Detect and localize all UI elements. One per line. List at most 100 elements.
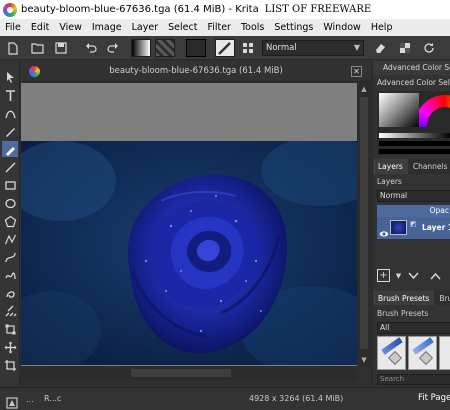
multibrush-icon[interactable] [2,303,18,319]
move-layer-down-icon[interactable] [407,269,420,282]
horizontal-scroll-thumb[interactable] [131,369,231,377]
eraser-icon[interactable] [371,39,389,57]
scroll-down-icon[interactable]: ▼ [357,354,371,366]
color-history-bar[interactable] [379,141,450,146]
polygon-icon[interactable] [2,213,18,229]
menu-edit[interactable]: Edit [26,19,54,36]
main-toolbar: Normal ▼ [0,36,450,60]
status-image-size: 4928 x 3264 (61.4 MiB) [249,394,344,403]
status-dots: ... [26,395,34,404]
undo-icon[interactable] [82,39,100,57]
window-title: beauty-bloom-blue-67636.tga (61.4 MiB) -… [21,4,259,15]
edit-shapes-icon[interactable] [2,105,18,121]
bezier-icon[interactable] [2,249,18,265]
crop-icon[interactable] [2,357,18,373]
line-icon[interactable] [2,159,18,175]
save-icon[interactable] [52,39,70,57]
vertical-scroll-thumb[interactable] [360,97,368,349]
menu-select[interactable]: Select [163,19,202,36]
advanced-color-selector-title: Advanced Color Selecto [377,78,450,87]
canvas-area: beauty-bloom-blue-67636.tga (61.4 MiB) ✕ [21,61,371,386]
close-icon[interactable]: ✕ [351,66,362,77]
open-folder-icon[interactable] [28,39,46,57]
layer-thumbnail [390,220,407,235]
tab-brush-other[interactable]: Bru [434,291,450,305]
ellipse-icon[interactable] [2,195,18,211]
brush-presets-label: Brush Presets [377,309,429,318]
tab-layers[interactable]: Layers [373,159,408,174]
document-tab[interactable]: beauty-bloom-blue-67636.tga (61.4 MiB) ✕ [21,61,371,82]
brush-filter-select[interactable]: All [377,322,450,334]
rectangle-icon[interactable] [2,177,18,193]
tab-channels[interactable]: Channels [408,159,450,174]
layer-actions: + ▼ [377,267,450,283]
brush-search-input[interactable]: Search [377,374,450,385]
freehand-path-icon[interactable] [2,267,18,283]
menu-bar: File Edit View Image Layer Select Filter… [0,19,450,36]
watermark-text: LIST OF FREEWARE [264,4,372,15]
layer-row[interactable]: ◩ Layer 1 [377,217,450,239]
scroll-up-icon[interactable]: ▲ [357,83,371,95]
move-icon[interactable] [2,339,18,355]
brush-preset-grid [377,336,450,372]
menu-window[interactable]: Window [318,19,365,36]
move-layer-up-icon[interactable] [429,269,442,282]
status-brush-name: R...c [44,394,62,403]
title-bar: beauty-bloom-blue-67636.tga (61.4 MiB) -… [0,0,450,19]
brush-settings-icon[interactable] [239,39,257,57]
advanced-color-selector-tab[interactable]: Advanced Color Sel [373,61,450,75]
brush-preset-item[interactable] [408,336,437,370]
layers-label: Layers [377,177,402,186]
zoom-level[interactable]: Fit Page [418,393,450,403]
brush-icon[interactable] [2,141,18,157]
rose-image [21,141,357,365]
status-bar: ... R...c 4928 x 3264 (61.4 MiB) Fit Pag… [0,387,450,410]
blend-mode-select[interactable]: Normal ▼ [262,40,364,56]
menu-layer[interactable]: Layer [127,19,164,36]
menu-file[interactable]: File [0,19,26,36]
brush-preset-item[interactable] [439,336,450,370]
reload-preset-icon[interactable] [420,39,438,57]
color-selector[interactable] [377,91,450,155]
brush-preset-icon[interactable] [215,39,235,57]
vertical-scrollbar[interactable]: ▲ ▼ [357,83,371,366]
color-patches-bar[interactable] [379,149,450,154]
calligraphy-icon[interactable] [2,123,18,139]
layer-blend-select[interactable]: Normal [377,190,450,202]
krita-logo-icon [3,2,17,17]
pointer-icon[interactable] [2,69,18,85]
eye-icon[interactable] [379,223,389,242]
brush-preset-item[interactable] [377,336,406,370]
menu-view[interactable]: View [54,19,87,36]
menu-tools[interactable]: Tools [236,19,269,36]
color-space-icon[interactable] [6,394,18,409]
foreground-color-swatch[interactable] [186,39,206,57]
layer-name[interactable]: Layer 1 [422,223,450,232]
menu-settings[interactable]: Settings [269,19,318,36]
right-dock: Advanced Color Sel Advanced Color Select… [372,61,450,386]
add-layer-dropdown-icon[interactable]: ▼ [392,269,405,282]
layer-lock-icon[interactable]: ◩ [410,220,417,228]
add-layer-icon[interactable]: + [377,269,390,282]
document-title: beauty-bloom-blue-67636.tga (61.4 MiB) [109,66,283,76]
gradient-swatch[interactable] [131,39,151,57]
brush-docker-tabs: Brush Presets Bru [373,291,450,305]
tab-brush-presets[interactable]: Brush Presets [373,291,435,305]
color-slider[interactable] [379,133,450,138]
docker-tabs: Layers Channels [373,159,450,174]
transform-icon[interactable] [2,321,18,337]
menu-filter[interactable]: Filter [202,19,236,36]
pattern-swatch[interactable] [155,39,175,57]
dynamic-brush-icon[interactable] [2,285,18,301]
canvas[interactable] [21,83,357,366]
menu-image[interactable]: Image [87,19,127,36]
new-document-icon[interactable] [4,39,22,57]
color-triangle[interactable] [379,93,419,127]
text-icon[interactable] [2,87,18,103]
chevron-down-icon: ▼ [353,43,360,52]
horizontal-scrollbar[interactable] [21,366,357,380]
preserve-alpha-icon[interactable] [396,39,414,57]
polyline-icon[interactable] [2,231,18,247]
redo-icon[interactable] [104,39,122,57]
menu-help[interactable]: Help [366,19,398,36]
